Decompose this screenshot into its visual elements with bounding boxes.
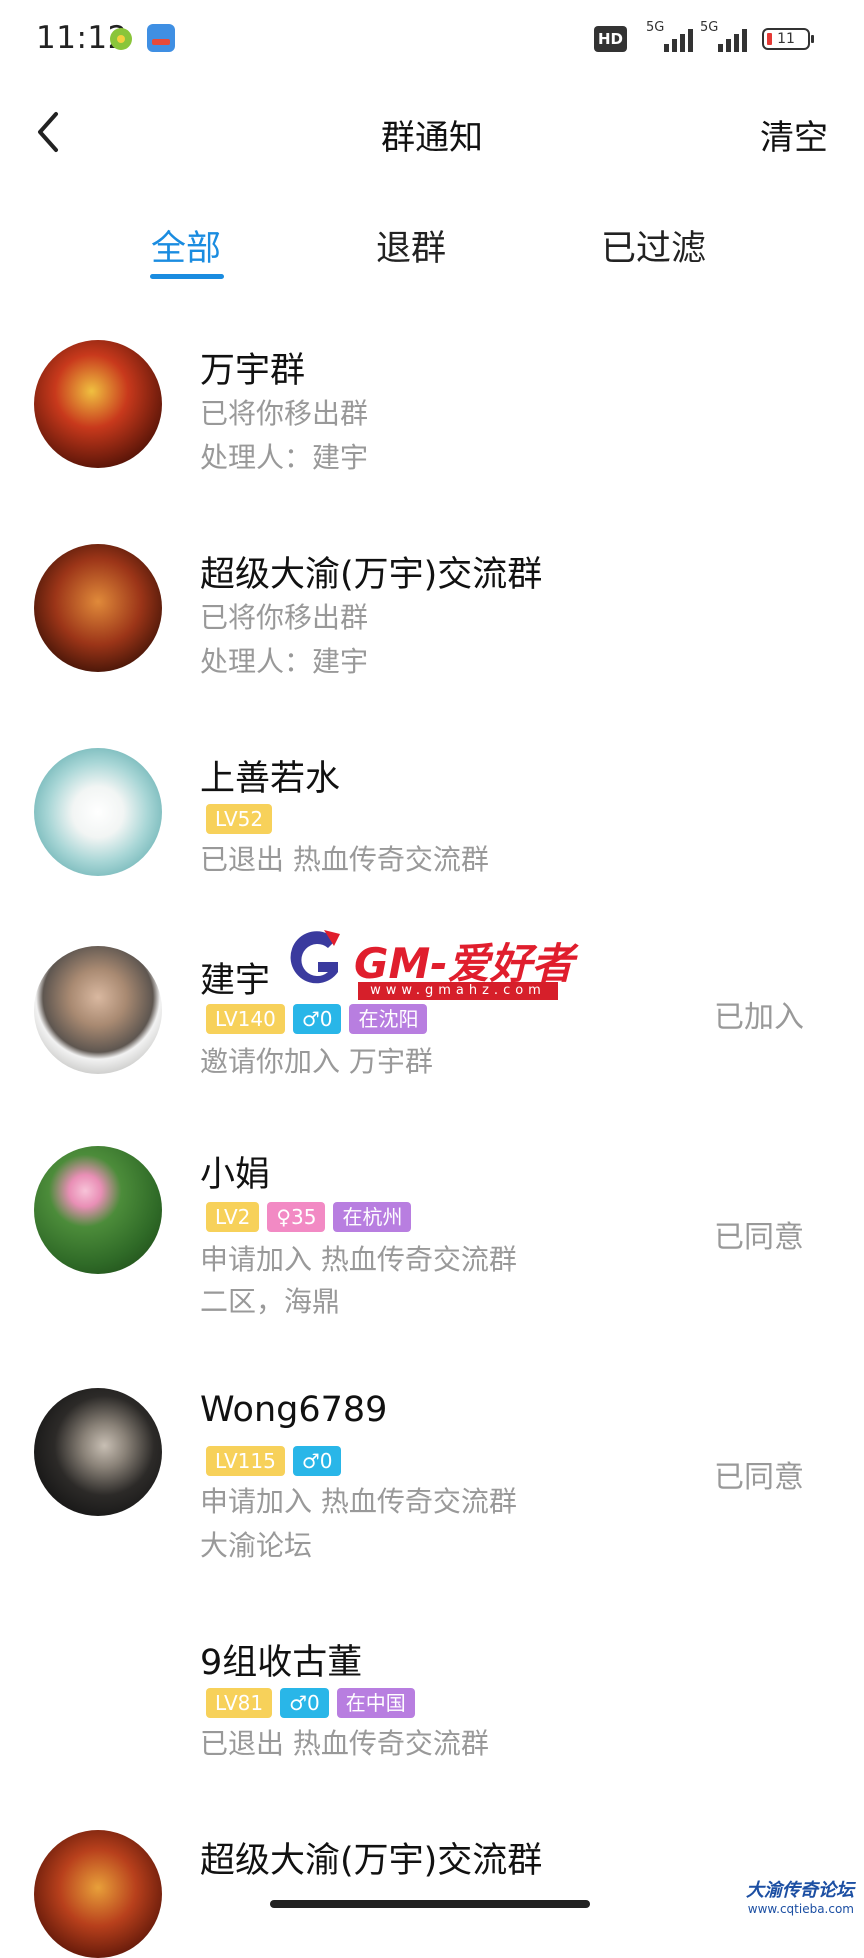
group-avatar: [34, 340, 162, 468]
notification-detail: 申请加入 热血传奇交流群: [200, 1485, 517, 1518]
notification-detail: 已将你移出群: [200, 397, 369, 430]
notification-item[interactable]: Wong6789 LV115 ♂0 申请加入 热血传奇交流群 大渝论坛 已同意: [0, 1388, 864, 1578]
notification-name: 万宇群: [200, 351, 306, 391]
level-badge: LV52: [206, 804, 273, 834]
home-indicator[interactable]: [270, 1900, 590, 1908]
notification-item[interactable]: 9组收古董 LV81 ♂0 在中国 已退出 热血传奇交流群: [0, 1630, 864, 1780]
header: 群通知 清空: [0, 92, 864, 172]
user-avatar: [34, 946, 162, 1074]
user-tags: LV115 ♂0: [206, 1446, 342, 1476]
notification-item[interactable]: 小娟 LV2 ♀35 在杭州 申请加入 热血传奇交流群 二区，海鼎 已同意: [0, 1146, 864, 1336]
page-title: 群通知: [381, 118, 483, 158]
level-badge: LV140: [206, 1004, 285, 1034]
tab-all[interactable]: 全部: [151, 220, 221, 271]
notification-item[interactable]: 万宇群 已将你移出群 处理人：建宇: [0, 330, 864, 490]
user-avatar: [34, 748, 162, 876]
notification-message: 大渝论坛: [200, 1529, 313, 1562]
agreed-status: 已同意: [714, 1220, 804, 1255]
network-label: 5G: [700, 20, 719, 35]
notification-detail: 申请加入 热血传奇交流群: [200, 1243, 517, 1276]
forum-logo-url: www.cqtieba.com: [747, 1902, 854, 1916]
forum-logo: 大渝传奇论坛 www.cqtieba.com: [746, 1876, 854, 1916]
network-label: 5G: [646, 20, 665, 35]
forum-logo-title: 大渝传奇论坛: [746, 1880, 854, 1901]
gender-age-badge: ♀35: [267, 1202, 326, 1232]
user-tags: LV140 ♂0 在沈阳: [206, 1004, 428, 1034]
watermark-logo: GM-爱好者 www.gmahz.com: [286, 924, 574, 1006]
group-avatar: [34, 544, 162, 672]
notification-name: Wong6789: [200, 1390, 388, 1430]
notification-detail: 已将你移出群: [200, 601, 369, 634]
notification-name: 小娟: [200, 1155, 271, 1195]
gender-age-badge: ♂0: [292, 1446, 342, 1476]
user-avatar: [34, 1146, 162, 1274]
app-notification-icon: [110, 28, 132, 50]
notification-item[interactable]: 上善若水 LV52 已退出 热血传奇交流群: [0, 738, 864, 898]
notification-handler: 处理人：建宇: [200, 441, 369, 474]
notification-item[interactable]: 超级大渝(万宇)交流群 已将你移出群 处理人：建宇: [0, 534, 864, 694]
tab-left-group[interactable]: 退群: [376, 220, 446, 271]
notification-name: 超级大渝(万宇)交流群: [200, 1841, 543, 1881]
notification-name: 建宇: [200, 961, 271, 1001]
location-badge: 在中国: [336, 1688, 415, 1718]
tab-filtered[interactable]: 已过滤: [601, 220, 706, 271]
location-badge: 在杭州: [333, 1202, 412, 1232]
level-badge: LV2: [206, 1202, 260, 1232]
notification-name: 上善若水: [200, 759, 341, 799]
user-tags: LV52: [206, 804, 273, 834]
user-tags: LV2 ♀35 在杭州: [206, 1202, 412, 1232]
clear-button[interactable]: 清空: [760, 110, 828, 159]
active-tab-indicator: [150, 274, 224, 279]
watermark-url: www.gmahz.com: [358, 982, 558, 1000]
location-badge: 在沈阳: [349, 1004, 428, 1034]
gm-logo-icon: [290, 930, 340, 984]
level-badge: LV115: [206, 1446, 285, 1476]
status-bar: 11:12 HD 5G 5G 11: [0, 0, 864, 80]
notification-message: 二区，海鼎: [200, 1285, 341, 1318]
gender-age-badge: ♂0: [292, 1004, 342, 1034]
notification-name: 超级大渝(万宇)交流群: [200, 555, 543, 595]
hd-voice-icon: HD: [594, 26, 628, 52]
signal-icon-1: 5G: [646, 20, 706, 54]
user-avatar: [34, 1388, 162, 1516]
joined-status: 已加入: [714, 1000, 804, 1035]
battery-icon: 11: [762, 28, 814, 50]
user-tags: LV81 ♂0 在中国: [206, 1688, 415, 1718]
level-badge: LV81: [206, 1688, 273, 1718]
notification-name: 9组收古董: [200, 1643, 363, 1683]
notification-handler: 处理人：建宇: [200, 645, 369, 678]
tab-bar: 全部 退群 已过滤: [0, 210, 864, 280]
notification-detail: 邀请你加入 万宇群: [200, 1045, 433, 1078]
notification-detail: 已退出 热血传奇交流群: [200, 1727, 489, 1760]
battery-level: 11: [777, 31, 795, 47]
signal-icon-2: 5G: [700, 20, 760, 54]
notification-detail: 已退出 热血传奇交流群: [200, 843, 489, 876]
gender-age-badge: ♂0: [280, 1688, 329, 1718]
agreed-status: 已同意: [714, 1460, 804, 1495]
group-avatar: [34, 1830, 162, 1958]
app-notification-icon-2: [147, 24, 175, 52]
